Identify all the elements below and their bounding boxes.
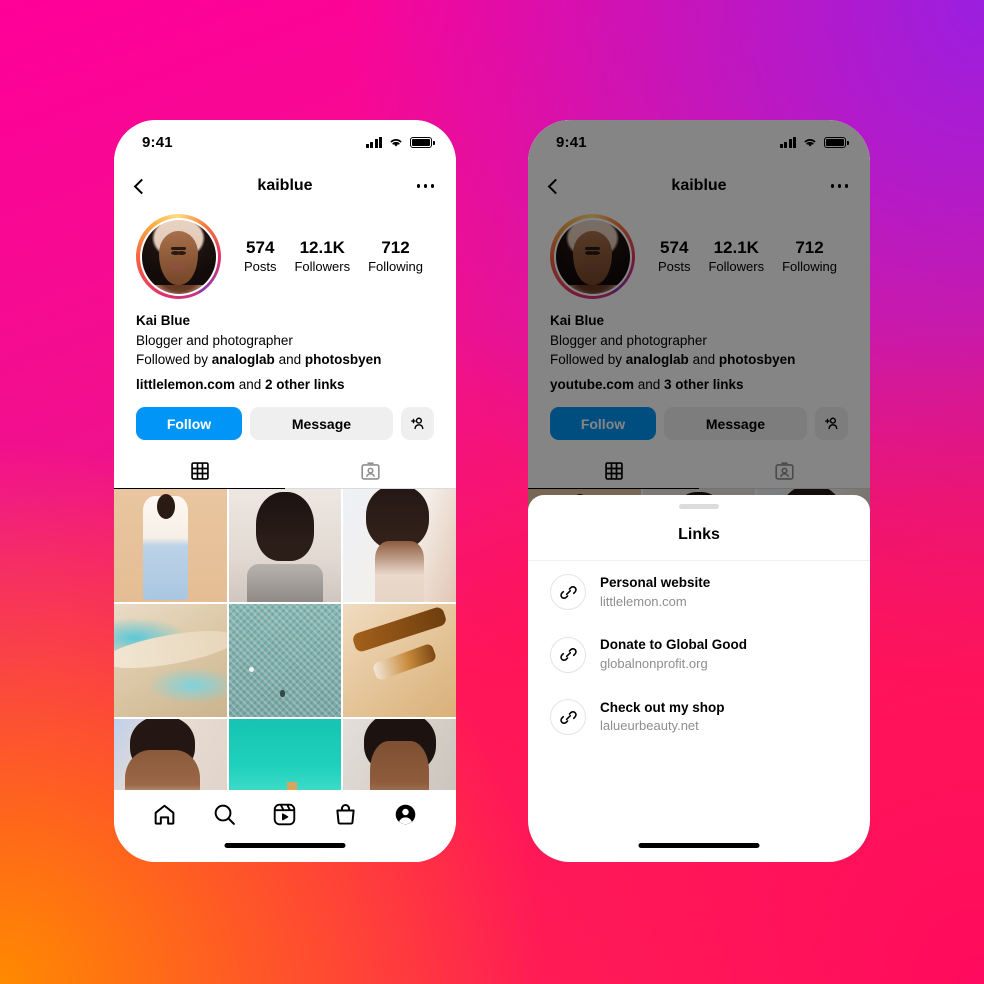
stat-followers[interactable]: 12.1K Followers (294, 237, 350, 275)
list-item[interactable]: Personal website littlelemon.com (528, 561, 870, 623)
add-user-button[interactable] (401, 407, 434, 441)
list-item[interactable]: Check out my shop lalueurbeauty.net (528, 686, 870, 748)
links-bottom-sheet: Links Personal website littlelemon.com D… (528, 495, 870, 862)
tab-tagged[interactable] (285, 454, 456, 488)
grid-photo[interactable] (228, 603, 342, 717)
more-options-icon[interactable] (416, 184, 434, 188)
nav-bar: kaiblue (114, 164, 456, 208)
home-indicator (224, 843, 346, 848)
link-icon-wrap (550, 699, 586, 736)
followed-by-user-2[interactable]: photosbyen (305, 352, 382, 367)
battery-icon (410, 136, 435, 148)
bio-link-join: and (235, 376, 266, 392)
sheet-grab-handle[interactable] (679, 504, 719, 509)
link-icon-wrap (550, 574, 586, 611)
screen-right: 9:41 kaiblue 574 Posts 12.1K Followers 7… (528, 120, 870, 862)
cellular-bars-icon (365, 136, 382, 148)
bottom-tab-bar (114, 790, 456, 862)
link-icon (559, 710, 577, 724)
follow-button[interactable]: Follow (136, 407, 242, 441)
status-time: 9:41 (142, 133, 173, 151)
link-title: Personal website (600, 575, 711, 590)
followed-by-join: and (274, 352, 305, 368)
phone-left: 9:41 kaiblue 574 Posts 12.1K Followers 7… (114, 120, 456, 862)
tagged-icon (361, 462, 380, 480)
link-text: Check out my shop lalueurbeauty.net (600, 698, 725, 736)
link-title: Check out my shop (600, 699, 725, 715)
grid-photo[interactable] (114, 603, 227, 717)
stat-label: Followers (294, 258, 351, 274)
screen-left: 9:41 kaiblue 574 Posts 12.1K Followers 7… (114, 120, 456, 862)
bio-description: Blogger and photographer (136, 332, 293, 348)
shop-icon[interactable] (333, 802, 358, 827)
stat-posts[interactable]: 574 Posts (244, 237, 277, 275)
search-icon[interactable] (212, 802, 237, 827)
stat-value: 12.1K (299, 238, 345, 258)
wifi-icon (390, 139, 402, 147)
link-url: globalnonprofit.org (600, 655, 708, 671)
profile-actions: Follow Message (114, 394, 456, 441)
followed-by-user-1[interactable]: analoglab (212, 352, 275, 367)
profile-header: 574 Posts 12.1K Followers 712 Following (114, 208, 456, 299)
bio-section: Kai Blue Blogger and photographer Follow… (114, 299, 456, 394)
grid-photo[interactable] (228, 489, 342, 602)
link-icon (559, 585, 577, 599)
list-item[interactable]: Donate to Global Good globalnonprofit.or… (528, 623, 870, 685)
grid-photo[interactable] (343, 603, 456, 717)
link-url: lalueurbeauty.net (600, 718, 699, 734)
sheet-title: Links (528, 526, 870, 561)
avatar-artwork (141, 219, 216, 294)
link-icon (559, 648, 577, 662)
profile-icon[interactable] (393, 802, 418, 827)
tab-grid[interactable] (114, 454, 285, 490)
grid-photo[interactable] (343, 489, 456, 602)
bio-name: Kai Blue (136, 313, 191, 328)
status-icons (365, 136, 435, 148)
profile-stats: 574 Posts 12.1K Followers 712 Following (221, 237, 434, 275)
photo-grid (114, 489, 456, 832)
status-bar: 9:41 (114, 120, 456, 164)
grid-photo[interactable] (114, 489, 227, 602)
link-url: littlelemon.com (600, 593, 687, 609)
stat-value: 574 (246, 238, 275, 258)
link-text: Personal website littlelemon.com (600, 573, 710, 611)
stat-label: Following (368, 258, 423, 274)
home-indicator (638, 843, 760, 848)
bio-other-links[interactable]: 2 other links (265, 377, 345, 392)
bio-primary-link[interactable]: littlelemon.com (136, 377, 235, 392)
back-chevron-icon[interactable] (133, 178, 150, 194)
add-user-icon (411, 417, 424, 430)
link-title: Donate to Global Good (600, 637, 747, 653)
link-icon-wrap (550, 636, 586, 673)
stat-value: 712 (381, 238, 410, 258)
home-icon[interactable] (152, 802, 177, 827)
page-title: kaiblue (257, 177, 313, 194)
reels-icon[interactable] (272, 802, 297, 827)
followed-by-prefix: Followed by (136, 352, 212, 368)
avatar-face (158, 231, 199, 285)
stat-label: Posts (243, 258, 277, 274)
grid-icon (190, 462, 209, 480)
message-button[interactable]: Message (249, 407, 393, 441)
phone-right: 9:41 kaiblue 574 Posts 12.1K Followers 7… (528, 120, 870, 862)
bio-links[interactable]: littlelemon.com and 2 other links (136, 375, 434, 395)
profile-tabs (114, 454, 456, 490)
followed-by-text: Followed by analoglab and photosbyen (136, 350, 434, 370)
avatar-image (139, 217, 218, 296)
link-text: Donate to Global Good globalnonprofit.or… (600, 635, 747, 673)
stat-following[interactable]: 712 Following (368, 237, 423, 275)
avatar[interactable] (136, 214, 221, 299)
